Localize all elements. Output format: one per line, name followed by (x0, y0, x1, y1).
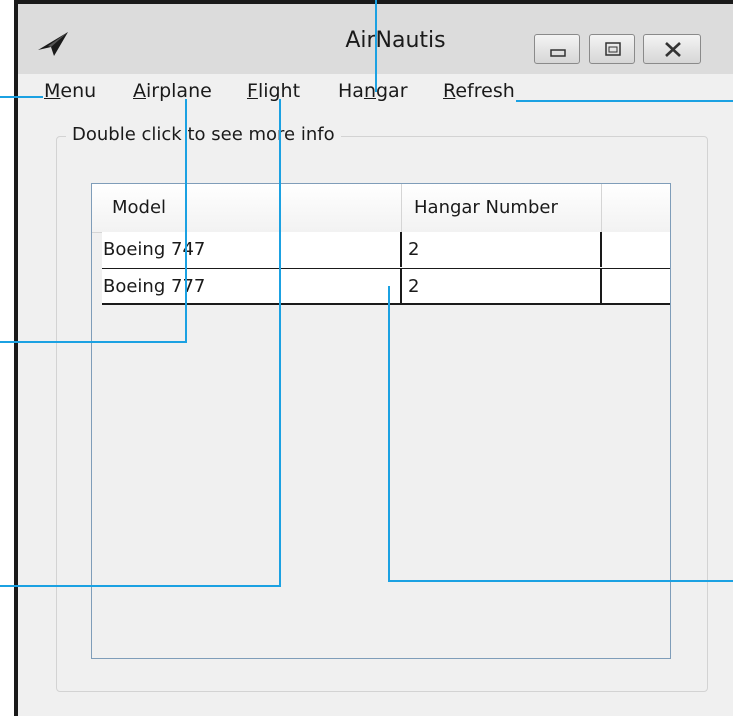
menu-label: enu (60, 80, 97, 102)
maximize-button[interactable] (589, 34, 635, 64)
minimize-button[interactable] (534, 34, 580, 64)
menu-item-menu[interactable]: Menu (44, 80, 96, 102)
hangar-data-grid[interactable]: Model Hangar Number Boeing 747 2 Boeing … (91, 183, 671, 659)
menu-item-flight[interactable]: Flight (247, 80, 300, 102)
menu-mnemonic: n (363, 80, 376, 102)
column-header-filler (602, 184, 670, 232)
title-bar[interactable]: AirNautis (18, 4, 733, 74)
menu-bar: Menu Airplane Flight Hangar Refresh (18, 74, 733, 108)
menu-label: Ha (338, 80, 364, 102)
menu-label: irplane (146, 80, 212, 102)
menu-mnemonic: M (44, 80, 61, 102)
menu-mnemonic: R (443, 80, 456, 102)
screenshot-stage: AirNautis Menu Airplane Flight Hangar Re… (0, 0, 733, 716)
menu-label: efresh (455, 80, 515, 102)
app-window: AirNautis Menu Airplane Flight Hangar Re… (14, 0, 733, 716)
menu-item-hangar[interactable]: Hangar (338, 80, 408, 102)
cell-filler (602, 269, 668, 304)
column-header-model[interactable]: Model (92, 184, 402, 232)
cell-hangar-number[interactable]: 2 (402, 269, 602, 304)
cell-filler (602, 232, 668, 267)
close-button[interactable] (643, 34, 701, 64)
cell-model[interactable]: Boeing 747 (102, 232, 402, 267)
menu-label: gar (375, 80, 408, 102)
column-header-hangar-number[interactable]: Hangar Number (402, 184, 602, 232)
cell-hangar-number[interactable]: 2 (402, 232, 602, 267)
menu-item-refresh[interactable]: Refresh (443, 80, 515, 102)
menu-label: light (257, 80, 301, 102)
group-box-label: Double click to see more info (66, 124, 341, 145)
table-row[interactable]: Boeing 777 2 (102, 268, 670, 305)
grid-header: Model Hangar Number (92, 184, 670, 233)
cell-model[interactable]: Boeing 777 (102, 269, 402, 304)
menu-item-airplane[interactable]: Airplane (133, 80, 212, 102)
menu-mnemonic: F (247, 80, 258, 102)
table-row[interactable]: Boeing 747 2 (102, 232, 670, 269)
menu-mnemonic: A (133, 80, 146, 102)
